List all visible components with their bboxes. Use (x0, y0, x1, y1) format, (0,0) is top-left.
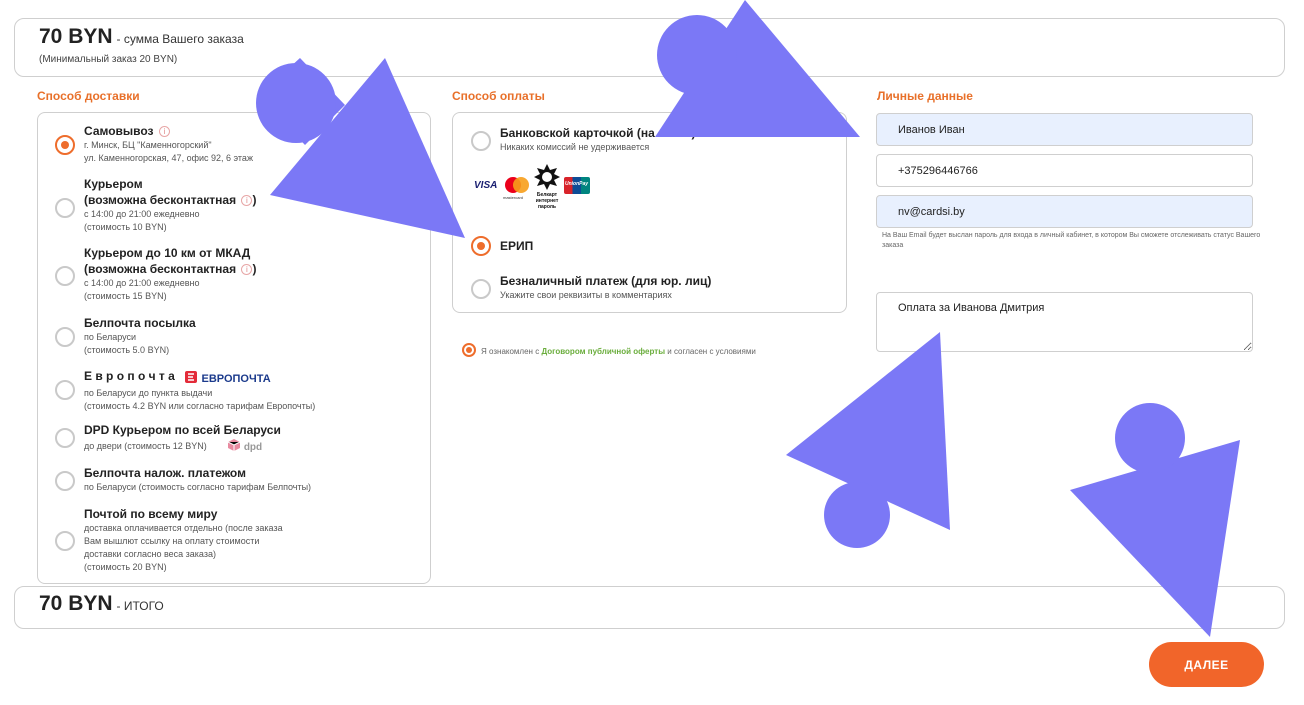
delivery-radio-courier[interactable] (55, 198, 75, 218)
payment-option-sub: Укажите свои реквизиты в комментариях (500, 290, 672, 300)
payment-option-title: Банковской карточкой (на сайте) (500, 126, 696, 140)
dpd-logo-text: dpd (243, 442, 263, 453)
delivery-option-title-end: ) (252, 262, 257, 276)
payment-option-title: ЕРИП (500, 239, 534, 253)
delivery-option-line: до двери (стоимость 12 BYN) (84, 441, 207, 451)
order-total: 70 BYN - ИТОГО (14, 586, 1285, 629)
delivery-option-title: Курьером до 10 км от МКАД (84, 246, 251, 260)
comment-textarea[interactable] (876, 292, 1253, 352)
delivery-radio-belpost-parcel[interactable] (55, 327, 75, 347)
delivery-option-title: Самовывоз (84, 124, 154, 138)
name-input[interactable] (876, 113, 1253, 146)
agree-checkbox[interactable] (462, 343, 476, 357)
delivery-option-title: DPD Курьером по всей Беларуси (84, 423, 281, 437)
payment-radio-card[interactable] (471, 131, 491, 151)
public-offer-link[interactable]: Договором публичной оферты (541, 347, 665, 356)
delivery-option-line: Вам вышлют ссылку на оплату стоимости (84, 536, 260, 546)
email-input[interactable] (876, 195, 1253, 228)
belcart-logo-text: Белкарт интернет пароль (535, 192, 559, 210)
delivery-option-line: доставка оплачивается отдельно (после за… (84, 523, 283, 533)
agree-prefix: Я ознакомлен с (481, 347, 540, 356)
email-note: На Ваш Email будет выслан пароль для вхо… (882, 232, 1261, 249)
delivery-section-title: Способ доставки (37, 89, 140, 103)
delivery-option-line: с 14:00 до 21:00 ежедневно (84, 209, 200, 219)
delivery-option-line: по Беларуси до пункта выдачи (84, 388, 213, 398)
delivery-option-title: Почтой по всему миру (84, 507, 218, 521)
order-amount: 70 BYN (39, 25, 113, 48)
delivery-option-line: по Беларуси (84, 332, 137, 342)
delivery-option-line: по Беларуси (стоимость согласно тарифам … (84, 482, 312, 492)
delivery-radio-worldwide[interactable] (55, 531, 75, 551)
delivery-option-line: (стоимость 15 BYN) (84, 291, 167, 301)
dpd-logo-icon: dpd (227, 438, 262, 456)
payment-logos: VISA mastercard Белкарт интернет пароль … (474, 161, 614, 213)
payment-radio-cashless[interactable] (471, 279, 491, 299)
delivery-radio-europost[interactable] (55, 380, 75, 400)
arrow-icon (786, 332, 950, 548)
europost-logo-text: ЕВРОПОЧТА (201, 373, 271, 385)
unionpay-logo-text: UnionPay (565, 181, 589, 187)
info-icon[interactable]: i (241, 264, 253, 275)
delivery-option-title-end: ) (252, 193, 257, 207)
delivery-option-line: (стоимость 10 BYN) (84, 222, 167, 232)
delivery-option-title: Белпочта налож. платежом (84, 466, 246, 480)
delivery-option-title-2: (возможна бесконтактная (84, 193, 237, 207)
delivery-option-line: г. Минск, БЦ "Каменногорский" (84, 140, 212, 150)
agree-suffix: и согласен с условиями (667, 347, 756, 356)
order-summary: 70 BYN - сумма Вашего заказа (Минимальны… (14, 18, 1285, 77)
delivery-option-line: ул. Каменногорская, 47, офис 92, 6 этаж (84, 153, 253, 163)
payment-section-title: Способ оплаты (452, 89, 545, 103)
min-order-note: (Минимальный заказ 20 BYN) (39, 54, 178, 65)
delivery-radio-courier-10km[interactable] (55, 266, 75, 286)
delivery-option-title: Белпочта посылка (84, 316, 196, 330)
payment-option-title: Безналичный платеж (для юр. лиц) (500, 274, 712, 288)
delivery-option-line: (стоимость 5.0 BYN) (84, 345, 170, 355)
total-caption: - ИТОГО (116, 599, 164, 613)
mastercard-logo-text: mastercard (503, 195, 524, 200)
delivery-option-line: доставки согласно веса заказа) (84, 549, 216, 559)
next-button[interactable]: ДАЛЕЕ (1149, 642, 1264, 687)
payment-radio-erip[interactable] (471, 236, 491, 256)
delivery-option-line: (стоимость 4.2 BYN или согласно тарифам … (84, 401, 316, 411)
delivery-radio-belpost-cod[interactable] (55, 471, 75, 491)
delivery-option-line: с 14:00 до 21:00 ежедневно (84, 278, 200, 288)
phone-input[interactable] (876, 154, 1253, 187)
delivery-option-title: Е в р о п о ч т а (84, 369, 175, 383)
delivery-radio-pickup[interactable] (55, 135, 75, 155)
order-amount-caption: - сумма Вашего заказа (116, 32, 244, 46)
visa-logo: VISA (474, 180, 498, 191)
delivery-option-title-2: (возможна бесконтактная (84, 262, 237, 276)
payment-option-sub: Никаких комиссий не удерживается (500, 142, 650, 152)
europost-logo-icon: ЕВРОПОЧТА (184, 370, 271, 387)
delivery-panel: Самовывоз i г. Минск, БЦ "Каменногорский… (37, 112, 431, 584)
delivery-option-line: (стоимость 20 BYN) (84, 562, 167, 572)
delivery-option-title: Курьером (84, 177, 143, 191)
personal-section-title: Личные данные (877, 89, 973, 103)
info-icon[interactable]: i (241, 195, 253, 206)
total-amount: 70 BYN (39, 592, 113, 615)
info-icon[interactable]: i (158, 126, 170, 137)
agree-text: Я ознакомлен с Договором публичной оферт… (481, 347, 756, 356)
delivery-radio-dpd[interactable] (55, 428, 75, 448)
